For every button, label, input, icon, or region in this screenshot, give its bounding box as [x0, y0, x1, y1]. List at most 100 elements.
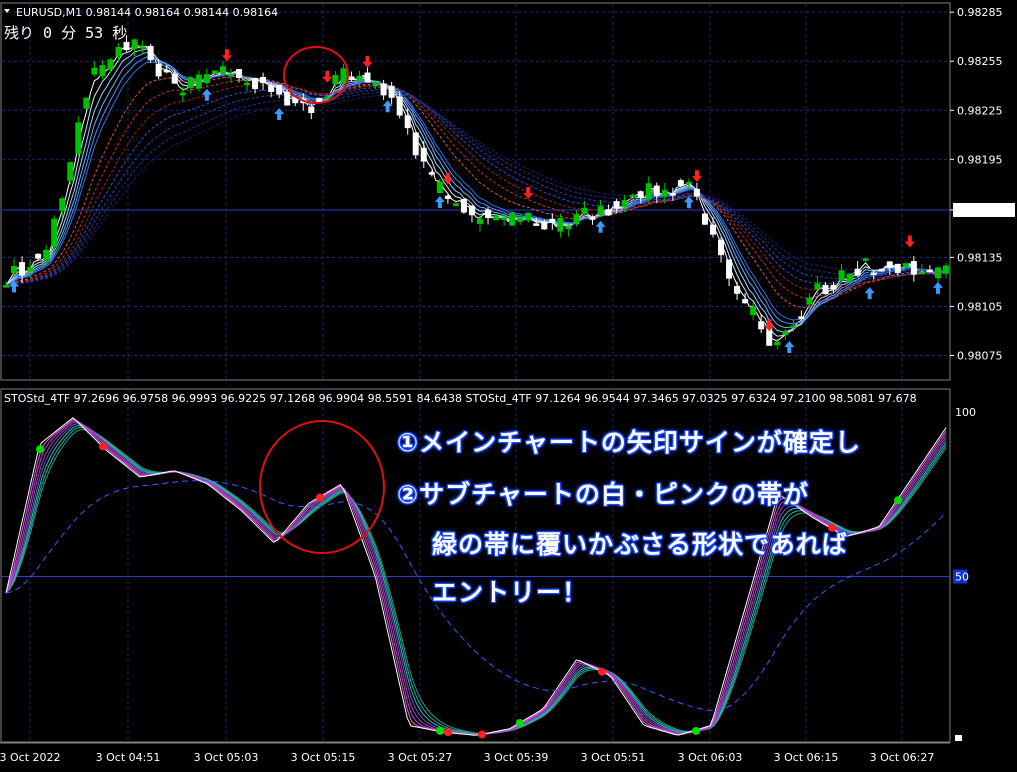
candle-body: [227, 73, 234, 77]
candle-body: [396, 96, 403, 116]
candle-body: [244, 82, 251, 86]
candle-body: [139, 46, 146, 49]
main-chart-title: EURUSD,M1 0.98144 0.98164 0.98144 0.9816…: [16, 6, 278, 19]
candle-body: [460, 198, 467, 213]
candle-body: [444, 195, 451, 199]
time-tick-label: 3 Oct 2022: [0, 751, 61, 764]
candle-body: [862, 258, 869, 261]
candle-body: [75, 122, 82, 154]
candle-body: [364, 72, 371, 83]
candle-body: [613, 201, 620, 209]
signal-dot: [598, 667, 606, 676]
ma-ribbons: [5, 43, 947, 342]
candle-body: [187, 77, 194, 89]
candle-body: [493, 215, 500, 221]
candle-body: [428, 172, 435, 175]
ma-line: [5, 89, 947, 287]
candle-body: [107, 59, 114, 70]
candle-body: [91, 67, 98, 75]
signal-dot: [316, 493, 324, 502]
candle-body: [316, 97, 323, 103]
annotation-line-1: ①メインチャートの矢印サインが確定し: [397, 428, 861, 457]
candle-body: [284, 91, 291, 106]
sub-tick-label: 100: [955, 406, 976, 419]
candle-body: [260, 76, 267, 84]
candle-body: [742, 299, 749, 304]
candle-body: [854, 268, 861, 276]
candle-body: [308, 106, 315, 114]
candle-body: [581, 207, 588, 214]
candle-body: [3, 285, 9, 288]
candle-body: [43, 249, 50, 261]
candle-body: [436, 181, 443, 194]
ma-line: [5, 56, 947, 325]
price-tick-label: 0.98225: [957, 104, 1003, 117]
signal-dot: [436, 726, 444, 735]
price-tick-label: 0.98075: [957, 349, 1003, 362]
candle-body: [926, 269, 933, 273]
ma-line: [5, 84, 947, 291]
candle-body: [718, 239, 725, 256]
arrow-up-icon: [683, 196, 694, 209]
price-tick-label: 0.98255: [957, 55, 1003, 68]
main-price-chart[interactable]: 0.98285 0.98255 0.98225 0.98195 0.98164 0.981…: [0, 0, 1017, 772]
signal-dot: [516, 718, 524, 727]
candle-body: [838, 270, 845, 281]
time-tick-label: 3 Oct 05:51: [581, 751, 646, 764]
candle-body: [557, 217, 564, 232]
candle-body: [597, 206, 604, 215]
candle-body: [814, 283, 821, 290]
candle-body: [934, 267, 941, 279]
candle-body: [115, 46, 122, 57]
candle-body: [629, 194, 636, 198]
ma-line: [5, 51, 947, 329]
candle-body: [372, 82, 379, 87]
candle-body: [340, 68, 347, 84]
candle-body: [123, 41, 130, 51]
candle-body: [605, 209, 612, 216]
candle-body: [324, 96, 331, 99]
candle-body: [27, 267, 34, 272]
arrow-up-icon: [784, 340, 795, 353]
candle-body: [59, 198, 66, 211]
candle-body: [452, 203, 459, 206]
candle-body: [806, 297, 813, 305]
arrow-down-icon: [221, 49, 232, 62]
arrow-down-icon: [904, 235, 915, 248]
candle-body: [420, 148, 427, 162]
candle-body: [412, 132, 419, 156]
timer-min: 0: [43, 24, 53, 42]
candle-body: [693, 188, 700, 197]
annotation-line-3: 緑の帯に覆いかぶさる形状であれば: [432, 530, 848, 559]
candle-body: [468, 205, 475, 216]
candle-body: [565, 225, 572, 230]
candle-body: [669, 193, 676, 196]
candle-body: [276, 84, 283, 95]
candle-body: [822, 284, 829, 295]
candle-body: [782, 331, 789, 336]
main-frame: [0, 2, 951, 381]
arrow-down-icon: [362, 55, 373, 68]
candle-body: [19, 262, 26, 276]
time-tick-label: 3 Oct 05:39: [484, 751, 549, 764]
signal-dot: [99, 442, 107, 451]
candle-body: [380, 83, 387, 96]
timer-sec-unit: 秒: [112, 24, 128, 42]
arrow-up-icon: [864, 287, 875, 300]
candle-body: [918, 271, 925, 275]
timer-min-unit: 分: [61, 24, 77, 42]
highlight-circle-sub: [259, 420, 385, 554]
candle-body: [332, 74, 339, 85]
candle-body: [348, 76, 355, 80]
arrow-up-icon: [201, 88, 212, 101]
candle-body: [195, 74, 202, 89]
candle-body: [51, 218, 58, 247]
candle-body: [11, 266, 18, 274]
candle-body: [750, 306, 757, 316]
ma-line: [5, 43, 947, 342]
candle-body: [67, 162, 74, 181]
arrow-down-icon: [691, 170, 702, 183]
candle-body: [147, 45, 154, 61]
candle-body: [677, 180, 684, 186]
candle-body: [653, 185, 660, 197]
